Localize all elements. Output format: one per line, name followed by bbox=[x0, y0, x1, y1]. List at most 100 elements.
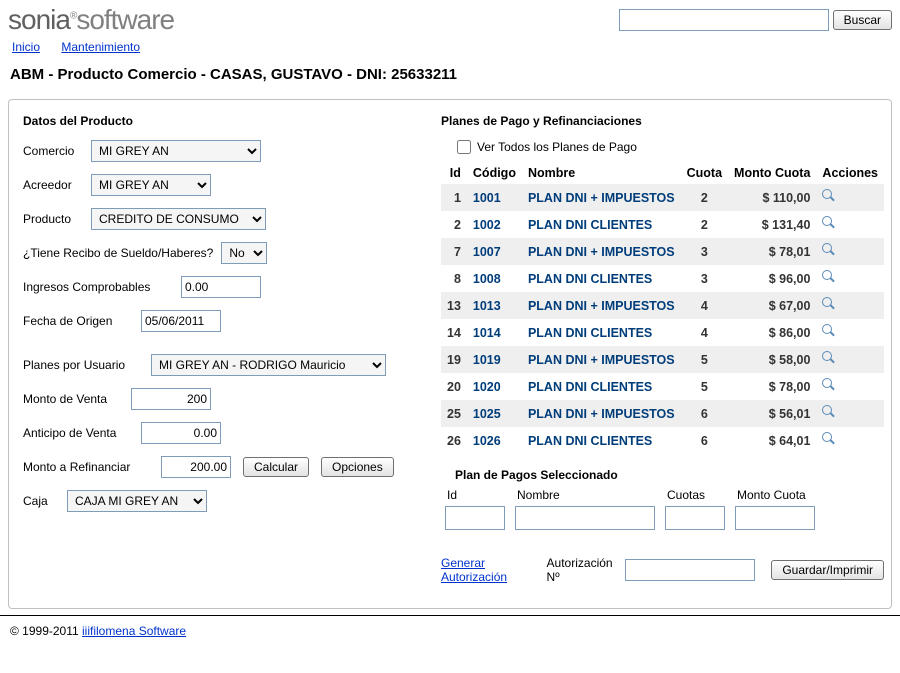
cell-id: 26 bbox=[441, 427, 467, 454]
vertodos-label: Ver Todos los Planes de Pago bbox=[477, 140, 637, 154]
monto-refin-label: Monto a Refinanciar bbox=[23, 460, 153, 474]
magnify-icon[interactable] bbox=[822, 405, 836, 419]
sel-monto-input[interactable] bbox=[735, 506, 815, 530]
selected-plan-title: Plan de Pagos Seleccionado bbox=[455, 468, 884, 482]
comercio-label: Comercio bbox=[23, 144, 83, 158]
monto-venta-input[interactable] bbox=[131, 388, 211, 410]
table-row: 251025PLAN DNI + IMPUESTOS6$ 56,01 bbox=[441, 400, 884, 427]
fecha-label: Fecha de Origen bbox=[23, 314, 133, 328]
cell-codigo[interactable]: 1008 bbox=[467, 265, 522, 292]
acreedor-select[interactable]: MI GREY AN bbox=[91, 174, 211, 196]
cell-id: 20 bbox=[441, 373, 467, 400]
cell-monto: $ 86,00 bbox=[728, 319, 816, 346]
search-input[interactable] bbox=[619, 9, 829, 31]
planes-usuario-select[interactable]: MI GREY AN - RODRIGO Mauricio bbox=[151, 354, 386, 376]
calcular-button[interactable]: Calcular bbox=[243, 457, 309, 477]
table-row: 201020PLAN DNI CLIENTES5$ 78,00 bbox=[441, 373, 884, 400]
cell-acciones bbox=[816, 265, 884, 292]
cell-nombre[interactable]: PLAN DNI + IMPUESTOS bbox=[522, 184, 681, 211]
cell-nombre[interactable]: PLAN DNI CLIENTES bbox=[522, 427, 681, 454]
cell-nombre[interactable]: PLAN DNI + IMPUESTOS bbox=[522, 292, 681, 319]
cell-cuota: 2 bbox=[681, 211, 728, 238]
cell-nombre[interactable]: PLAN DNI CLIENTES bbox=[522, 265, 681, 292]
nav-home[interactable]: Inicio bbox=[12, 40, 40, 54]
sel-cuotas-label: Cuotas bbox=[665, 488, 725, 502]
magnify-icon[interactable] bbox=[822, 351, 836, 365]
th-monto: Monto Cuota bbox=[728, 162, 816, 184]
producto-select[interactable]: CREDITO DE CONSUMO bbox=[91, 208, 266, 230]
recibo-label: ¿Tiene Recibo de Sueldo/Haberes? bbox=[23, 246, 213, 260]
cell-id: 19 bbox=[441, 346, 467, 373]
cell-codigo[interactable]: 1020 bbox=[467, 373, 522, 400]
th-nombre: Nombre bbox=[522, 162, 681, 184]
cell-codigo[interactable]: 1025 bbox=[467, 400, 522, 427]
sel-cuotas-input[interactable] bbox=[665, 506, 725, 530]
cell-codigo[interactable]: 1002 bbox=[467, 211, 522, 238]
magnify-icon[interactable] bbox=[822, 243, 836, 257]
ingresos-input[interactable] bbox=[181, 276, 261, 298]
cell-nombre[interactable]: PLAN DNI + IMPUESTOS bbox=[522, 238, 681, 265]
cell-monto: $ 110,00 bbox=[728, 184, 816, 211]
recibo-select[interactable]: No bbox=[221, 242, 267, 264]
search-button[interactable]: Buscar bbox=[833, 10, 892, 30]
brand-logo: sonia®software bbox=[8, 4, 174, 36]
th-acciones: Acciones bbox=[816, 162, 884, 184]
caja-select[interactable]: CAJA MI GREY AN bbox=[67, 490, 207, 512]
magnify-icon[interactable] bbox=[822, 297, 836, 311]
cell-cuota: 5 bbox=[681, 373, 728, 400]
autorizacion-input[interactable] bbox=[625, 559, 755, 581]
cell-acciones bbox=[816, 292, 884, 319]
cell-codigo[interactable]: 1019 bbox=[467, 346, 522, 373]
top-nav: Inicio Mantenimiento bbox=[0, 36, 900, 58]
opciones-button[interactable]: Opciones bbox=[321, 457, 394, 477]
magnify-icon[interactable] bbox=[822, 189, 836, 203]
cell-acciones bbox=[816, 427, 884, 454]
magnify-icon[interactable] bbox=[822, 378, 836, 392]
cell-codigo[interactable]: 1026 bbox=[467, 427, 522, 454]
vertodos-checkbox[interactable] bbox=[457, 140, 471, 154]
cell-monto: $ 78,01 bbox=[728, 238, 816, 265]
monto-refin-input[interactable] bbox=[161, 456, 231, 478]
cell-acciones bbox=[816, 346, 884, 373]
cell-nombre[interactable]: PLAN DNI CLIENTES bbox=[522, 373, 681, 400]
page-title: ABM - Producto Comercio - CASAS, GUSTAVO… bbox=[0, 58, 900, 93]
cell-cuota: 2 bbox=[681, 184, 728, 211]
cell-nombre[interactable]: PLAN DNI CLIENTES bbox=[522, 211, 681, 238]
ingresos-label: Ingresos Comprobables bbox=[23, 280, 173, 294]
cell-cuota: 4 bbox=[681, 319, 728, 346]
table-row: 81008PLAN DNI CLIENTES3$ 96,00 bbox=[441, 265, 884, 292]
cell-cuota: 3 bbox=[681, 265, 728, 292]
section-payment-plans: Planes de Pago y Refinanciaciones bbox=[441, 114, 884, 128]
nav-maintenance[interactable]: Mantenimiento bbox=[61, 40, 140, 54]
table-row: 191019PLAN DNI + IMPUESTOS5$ 58,00 bbox=[441, 346, 884, 373]
magnify-icon[interactable] bbox=[822, 270, 836, 284]
generar-autorizacion-link[interactable]: Generar Autorización bbox=[441, 556, 541, 584]
comercio-select[interactable]: MI GREY AN bbox=[91, 140, 261, 162]
sel-nombre-label: Nombre bbox=[515, 488, 655, 502]
cell-nombre[interactable]: PLAN DNI CLIENTES bbox=[522, 319, 681, 346]
anticipo-input[interactable] bbox=[141, 422, 221, 444]
magnify-icon[interactable] bbox=[822, 324, 836, 338]
magnify-icon[interactable] bbox=[822, 432, 836, 446]
cell-monto: $ 56,01 bbox=[728, 400, 816, 427]
cell-id: 14 bbox=[441, 319, 467, 346]
cell-monto: $ 64,01 bbox=[728, 427, 816, 454]
fecha-input[interactable] bbox=[141, 310, 221, 332]
cell-nombre[interactable]: PLAN DNI + IMPUESTOS bbox=[522, 400, 681, 427]
magnify-icon[interactable] bbox=[822, 216, 836, 230]
guardar-imprimir-button[interactable]: Guardar/Imprimir bbox=[771, 560, 884, 580]
cell-acciones bbox=[816, 211, 884, 238]
cell-codigo[interactable]: 1014 bbox=[467, 319, 522, 346]
cell-codigo[interactable]: 1013 bbox=[467, 292, 522, 319]
section-product-data: Datos del Producto bbox=[23, 114, 423, 128]
cell-monto: $ 78,00 bbox=[728, 373, 816, 400]
cell-nombre[interactable]: PLAN DNI + IMPUESTOS bbox=[522, 346, 681, 373]
cell-codigo[interactable]: 1001 bbox=[467, 184, 522, 211]
footer-link[interactable]: iiifilomena Software bbox=[82, 624, 186, 638]
table-row: 21002PLAN DNI CLIENTES2$ 131,40 bbox=[441, 211, 884, 238]
sel-id-input[interactable] bbox=[445, 506, 505, 530]
cell-cuota: 3 bbox=[681, 238, 728, 265]
sel-nombre-input[interactable] bbox=[515, 506, 655, 530]
th-id: Id bbox=[441, 162, 467, 184]
cell-codigo[interactable]: 1007 bbox=[467, 238, 522, 265]
